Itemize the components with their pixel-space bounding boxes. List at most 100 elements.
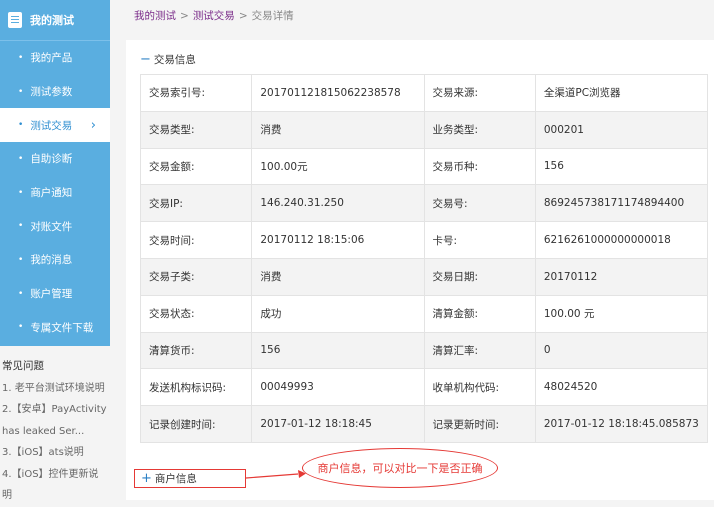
field-value: 201701121815062238578 xyxy=(251,74,425,112)
field-label: 收单机构代码: xyxy=(423,368,536,407)
bullet-icon: • xyxy=(18,187,24,198)
faq-link[interactable]: 3.【iOS】ats说明 xyxy=(2,442,112,464)
table-row: 交易索引号: 201701121815062238578 交易来源: 全渠道PC浏览器 xyxy=(139,74,709,112)
chevron-right-icon: › xyxy=(90,117,96,133)
sidebar-item[interactable]: • 商户通知 xyxy=(0,176,110,210)
faq-title: 常见问题 xyxy=(2,360,44,372)
field-value: 2017-01-12 18:18:45 xyxy=(251,405,425,443)
faq-link[interactable]: 1. 老平台测试环境说明 xyxy=(2,378,112,400)
field-value: 100.00元 xyxy=(251,147,425,186)
bullet-icon: • xyxy=(18,52,24,63)
faq-link[interactable]: has leaked Ser... xyxy=(2,421,112,443)
sidebar-item[interactable]: • 测试交易 › xyxy=(0,108,110,143)
field-value: 100.00 元 xyxy=(534,294,709,333)
sidebar: 我的测试 • 我的产品 • 测试参数 • 测试交易 › • 自助诊断 • 商户通知 • 对账文件 • 我的消… xyxy=(0,0,110,346)
field-label: 卡号: xyxy=(423,221,536,259)
field-value: 2017-01-12 18:18:45.085873 xyxy=(534,405,709,443)
sidebar-item-label: 账户管理 xyxy=(30,288,73,301)
field-label: 清算汇率: xyxy=(423,331,536,370)
field-label: 发送机构标识码: xyxy=(139,368,253,407)
transaction-detail-table: 交易索引号: 201701121815062238578 交易来源: 全渠道PC浏览器… xyxy=(139,74,709,443)
field-label: 记录更新时间: xyxy=(423,405,536,443)
field-value: 146.240.31.250 xyxy=(251,184,425,223)
sidebar-item-label: 自助诊断 xyxy=(30,153,73,166)
bullet-icon: • xyxy=(18,153,24,164)
sidebar-item-label: 专属文件下载 xyxy=(30,321,94,334)
transaction-info-title: 交易信息 xyxy=(153,54,196,66)
faq-links: 1. 老平台测试环境说明 2.【安卓】PayActivity has leaked … xyxy=(2,378,112,507)
field-value: 0 xyxy=(534,331,709,370)
table-row: 交易IP: 146.240.31.250 交易号: 86924573817117489… xyxy=(139,184,709,223)
annotation-text: 商户信息，可以对比一下是否正确 xyxy=(317,462,483,475)
bullet-icon: • xyxy=(18,120,24,131)
faq-link[interactable]: 4.【iOS】控件更新说 xyxy=(2,464,112,486)
breadcrumb-current: 交易详情 xyxy=(251,10,294,22)
annotation-arrow xyxy=(246,470,306,479)
sidebar-item-label: 我的产品 xyxy=(30,52,73,65)
field-value: 00049993 xyxy=(251,368,425,407)
sidebar-item-label: 商户通知 xyxy=(30,187,73,200)
bullet-icon: • xyxy=(18,221,24,232)
faq-link[interactable]: 明 xyxy=(2,485,112,507)
table-row: 记录创建时间: 2017-01-12 18:18:45 记录更新时间: 2017-01… xyxy=(139,405,709,443)
sidebar-nav: • 我的产品 • 测试参数 • 测试交易 › • 自助诊断 • 商户通知 • 对账文件 • 我的消息 • 账户管… xyxy=(0,41,110,344)
field-value: 000201 xyxy=(534,110,709,149)
document-icon xyxy=(8,12,22,28)
sidebar-item[interactable]: • 账户管理 xyxy=(0,277,110,311)
sidebar-item-label: 对账文件 xyxy=(30,220,73,233)
annotation-callout: 商户信息，可以对比一下是否正确 xyxy=(302,448,498,488)
expand-icon: + xyxy=(141,471,152,486)
table-row: 交易时间: 20170112 18:15:06 卡号: 621626100000000… xyxy=(139,221,709,259)
table-row: 交易状态: 成功 清算金额: 100.00 元 xyxy=(139,294,709,333)
field-value: 20170112 18:15:06 xyxy=(251,221,425,259)
field-value: 48024520 xyxy=(534,368,709,407)
field-label: 交易类型: xyxy=(139,110,253,149)
field-label: 交易日期: xyxy=(423,257,536,296)
sidebar-item[interactable]: • 我的产品 xyxy=(0,41,110,75)
breadcrumb-my-test[interactable]: 我的测试 xyxy=(134,10,176,22)
sidebar-title[interactable]: 我的测试 xyxy=(0,0,110,41)
field-label: 交易状态: xyxy=(139,294,253,333)
sidebar-item[interactable]: • 测试参数 xyxy=(0,75,110,109)
breadcrumb: 我的测试 > 测试交易 > 交易详情 xyxy=(134,8,294,23)
field-label: 记录创建时间: xyxy=(139,405,253,443)
sidebar-item[interactable]: • 自助诊断 xyxy=(0,142,110,176)
bullet-icon: • xyxy=(18,322,24,333)
table-row: 清算货币: 156 清算汇率: 0 xyxy=(139,331,709,370)
field-label: 交易IP: xyxy=(139,184,253,223)
transaction-info-header[interactable]: − 交易信息 xyxy=(140,52,196,67)
field-label: 清算金额: xyxy=(423,294,536,333)
breadcrumb-separator: > xyxy=(180,10,189,22)
field-label: 交易币种: xyxy=(423,147,536,186)
field-value: 成功 xyxy=(251,294,425,333)
faq-section: 常见问题 1. 老平台测试环境说明 2.【安卓】PayActivity has le… xyxy=(2,356,112,507)
field-label: 交易时间: xyxy=(139,221,253,259)
field-value: 消费 xyxy=(251,110,425,149)
sidebar-title-label: 我的测试 xyxy=(30,14,74,27)
breadcrumb-test-transaction[interactable]: 测试交易 xyxy=(193,10,235,22)
field-value: 869245738171174894400 xyxy=(534,184,709,223)
sidebar-item[interactable]: • 对账文件 xyxy=(0,209,110,243)
field-label: 交易号: xyxy=(423,184,536,223)
field-label: 交易金额: xyxy=(139,147,253,186)
sidebar-item-label: 我的消息 xyxy=(30,254,73,267)
field-value: 全渠道PC浏览器 xyxy=(534,74,709,112)
sidebar-item-label: 测试参数 xyxy=(30,86,73,99)
sidebar-item[interactable]: • 专属文件下载 xyxy=(0,311,110,345)
table-row: 发送机构标识码: 00049993 收单机构代码: 48024520 xyxy=(139,368,709,407)
merchant-info-title: 商户信息 xyxy=(154,473,197,485)
sidebar-item[interactable]: • 我的消息 xyxy=(0,243,110,277)
field-value: 156 xyxy=(534,147,709,186)
field-value: 20170112 xyxy=(534,257,709,296)
field-label: 交易索引号: xyxy=(139,74,253,112)
field-label: 交易来源: xyxy=(423,74,536,112)
merchant-info-header[interactable]: + 商户信息 xyxy=(134,469,246,488)
field-label: 清算货币: xyxy=(139,331,253,370)
faq-link[interactable]: 2.【安卓】PayActivity xyxy=(2,399,112,421)
bullet-icon: • xyxy=(18,86,24,97)
field-value: 6216261000000000018 xyxy=(534,221,709,259)
table-row: 交易类型: 消费 业务类型: 000201 xyxy=(139,110,709,149)
field-value: 156 xyxy=(251,331,425,370)
field-label: 交易子类: xyxy=(139,257,253,296)
field-value: 消费 xyxy=(251,257,425,296)
